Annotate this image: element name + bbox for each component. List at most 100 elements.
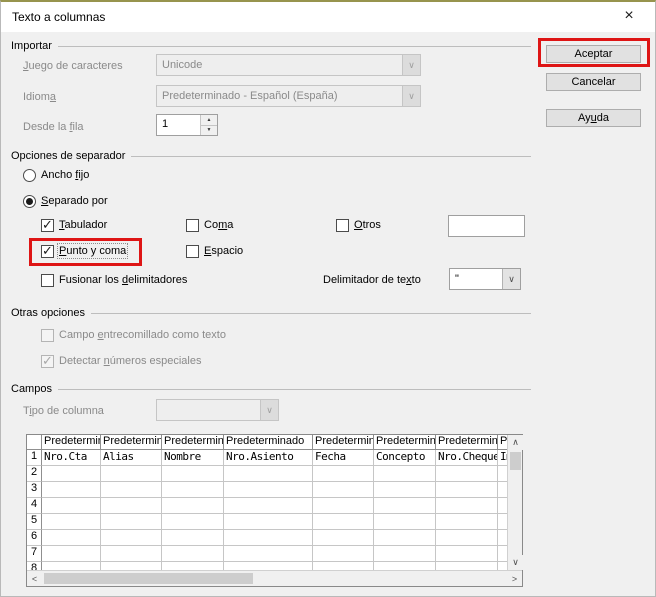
table-cell <box>101 530 162 546</box>
table-cell <box>101 466 162 482</box>
horizontal-scrollbar[interactable]: < > <box>27 570 522 586</box>
column-header[interactable]: Predeterminado <box>42 435 101 450</box>
horizontal-scroll-thumb[interactable] <box>44 573 253 584</box>
table-cell <box>162 514 224 530</box>
spin-up-icon[interactable]: ▲ <box>201 115 217 126</box>
column-header[interactable]: Predeterminado <box>374 435 436 450</box>
language-label: Idioma <box>23 91 56 103</box>
from-row-label: Desde la fila <box>23 121 84 133</box>
table-cell <box>498 482 507 498</box>
table-row: 6 <box>27 530 507 546</box>
merge-delimiters-checkbox[interactable] <box>41 274 54 287</box>
table-cell <box>498 562 507 570</box>
row-number: 8 <box>27 562 42 570</box>
table-cell <box>498 530 507 546</box>
column-header[interactable]: Predeterminado <box>101 435 162 450</box>
group-divider <box>91 313 531 314</box>
table-cell <box>224 514 313 530</box>
charset-value: Unicode <box>157 59 402 71</box>
charset-label: Juego de caracteres <box>23 60 123 72</box>
chevron-down-icon[interactable]: ∨ <box>402 86 420 106</box>
scroll-up-icon[interactable]: ∧ <box>508 435 523 450</box>
table-cell <box>436 562 498 570</box>
table-cell <box>224 562 313 570</box>
column-header[interactable]: Predeterminado <box>313 435 374 450</box>
separated-by-radio[interactable] <box>23 195 36 208</box>
preview-table[interactable]: PredeterminadoPredeterminadoPredetermina… <box>26 434 523 587</box>
table-cell <box>42 466 101 482</box>
other-checkbox[interactable] <box>336 219 349 232</box>
vertical-scrollbar[interactable]: ∧ ∨ <box>507 435 522 570</box>
fixed-width-radio[interactable] <box>23 169 36 182</box>
tab-checkbox[interactable] <box>41 219 54 232</box>
scroll-down-icon[interactable]: ∨ <box>508 555 523 570</box>
table-cell <box>42 482 101 498</box>
row-number: 2 <box>27 466 42 482</box>
table-cell <box>374 530 436 546</box>
cancel-button[interactable]: Cancelar <box>546 73 641 91</box>
table-cell <box>436 482 498 498</box>
table-cell <box>313 562 374 570</box>
other-label[interactable]: Otros <box>354 219 381 231</box>
column-header[interactable]: Predeterminado <box>498 435 507 450</box>
table-cell <box>313 498 374 514</box>
table-cell <box>374 546 436 562</box>
chevron-down-icon: ∨ <box>260 400 278 420</box>
comma-checkbox[interactable] <box>186 219 199 232</box>
close-icon[interactable]: × <box>615 5 643 27</box>
column-header[interactable]: Predeterminado <box>436 435 498 450</box>
row-number: 5 <box>27 514 42 530</box>
group-separador: Opciones de separador <box>11 149 531 163</box>
dialog-title: Texto a columnas <box>12 10 105 24</box>
row-number: 4 <box>27 498 42 514</box>
language-value: Predeterminado - Español (España) <box>157 90 402 102</box>
semicolon-label[interactable]: Punto y coma <box>59 245 126 257</box>
table-cell <box>42 562 101 570</box>
from-row-stepper[interactable]: 1 ▲ ▼ <box>156 114 218 136</box>
charset-combobox[interactable]: Unicode ∨ <box>156 54 421 76</box>
table-row: 3 <box>27 482 507 498</box>
fixed-width-label[interactable]: Ancho fijo <box>41 169 89 181</box>
group-otras: Otras opciones <box>11 306 531 320</box>
comma-label[interactable]: Coma <box>204 219 233 231</box>
row-number: 6 <box>27 530 42 546</box>
column-header[interactable]: Predeterminado <box>224 435 313 450</box>
vertical-scroll-thumb[interactable] <box>510 452 521 470</box>
tab-label[interactable]: Tabulador <box>59 219 107 231</box>
language-combobox[interactable]: Predeterminado - Español (España) ∨ <box>156 85 421 107</box>
separated-by-label[interactable]: Separado por <box>41 195 108 207</box>
other-separator-input[interactable] <box>448 215 525 237</box>
table-cell: Nro.Cheque <box>436 450 498 466</box>
table-cell <box>313 530 374 546</box>
scroll-right-icon[interactable]: > <box>507 571 522 586</box>
help-button[interactable]: Ayuda <box>546 109 641 127</box>
text-to-columns-dialog: Texto a columnas × Importar Juego de car… <box>0 0 656 597</box>
table-cell <box>498 514 507 530</box>
chevron-down-icon[interactable]: ∨ <box>502 269 520 289</box>
column-header[interactable]: Predeterminado <box>162 435 224 450</box>
table-cell <box>224 530 313 546</box>
table-cell <box>374 466 436 482</box>
scroll-left-icon[interactable]: < <box>27 571 42 586</box>
spin-down-icon[interactable]: ▼ <box>201 126 217 136</box>
table-row: 4 <box>27 498 507 514</box>
table-cell <box>436 466 498 482</box>
accept-button[interactable]: Aceptar <box>546 45 641 63</box>
text-delimiter-combobox[interactable]: " ∨ <box>449 268 521 290</box>
merge-delimiters-label[interactable]: Fusionar los delimitadores <box>59 274 187 286</box>
column-type-combobox: ∨ <box>156 399 279 421</box>
table-cell <box>436 514 498 530</box>
group-separador-title: Opciones de separador <box>11 150 125 162</box>
titlebar: Texto a columnas × <box>1 2 655 32</box>
space-checkbox[interactable] <box>186 245 199 258</box>
table-cell <box>224 482 313 498</box>
table-cell <box>162 562 224 570</box>
semicolon-checkbox[interactable] <box>41 245 54 258</box>
preview-body: 1Nro.CtaAliasNombreNro.AsientoFechaConce… <box>27 450 507 570</box>
stepper-buttons: ▲ ▼ <box>200 115 217 135</box>
table-cell: Im <box>498 450 507 466</box>
chevron-down-icon[interactable]: ∨ <box>402 55 420 75</box>
group-campos-title: Campos <box>11 383 52 395</box>
space-label[interactable]: Espacio <box>204 245 243 257</box>
table-cell <box>42 498 101 514</box>
